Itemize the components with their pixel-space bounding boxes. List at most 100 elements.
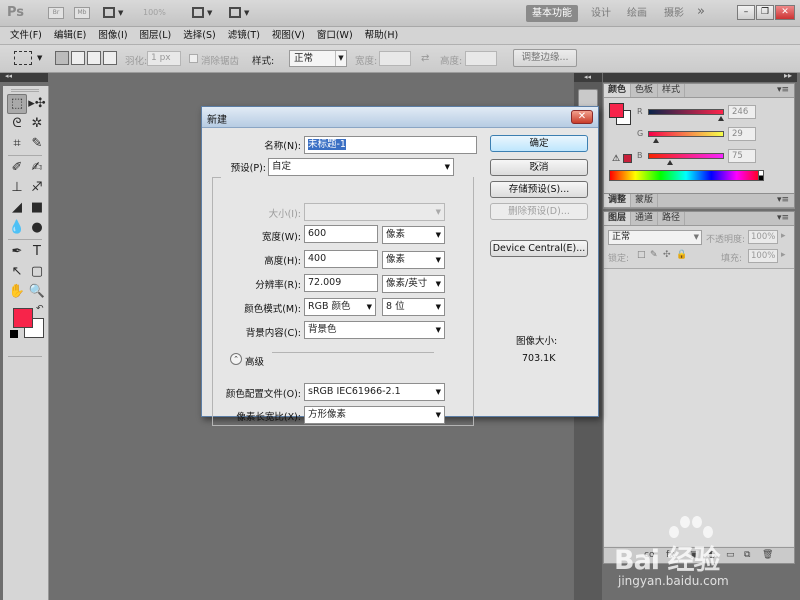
menu-help[interactable]: 帮助(H) <box>359 27 405 44</box>
new-selection-icon[interactable] <box>55 51 69 65</box>
tab-paths[interactable]: 路径 <box>658 212 686 225</box>
path-selection-tool-icon[interactable]: ↖ <box>7 262 27 282</box>
channel-b-knob[interactable] <box>667 160 674 165</box>
out-of-gamut-warning-icon[interactable]: ⚠ <box>612 154 620 164</box>
blur-tool-icon[interactable]: 💧 <box>7 218 27 238</box>
lock-position-icon[interactable]: ✣ <box>663 250 671 260</box>
gamut-correction-swatch[interactable] <box>623 154 632 163</box>
adjustment-layer-icon[interactable]: ◐ <box>708 550 716 560</box>
close-icon[interactable]: ✕ <box>775 5 795 20</box>
tab-layers[interactable]: 图层 <box>604 212 632 225</box>
swap-colors-icon[interactable]: ↶ <box>36 304 44 314</box>
healing-brush-tool-icon[interactable]: ✐ <box>7 158 27 178</box>
color-spectrum-ramp[interactable] <box>609 170 763 181</box>
zoom-tool-icon[interactable]: 🔍 <box>27 282 47 302</box>
rectangular-marquee-tool-icon[interactable]: ⬚ <box>7 94 27 114</box>
view-extras-dropdown[interactable]: ▼ <box>103 6 125 20</box>
tab-channels[interactable]: 通道 <box>631 212 659 225</box>
channel-r-slider[interactable] <box>648 109 724 115</box>
chevron-down-icon[interactable]: ▼ <box>37 54 42 62</box>
history-brush-tool-icon[interactable]: ♐ <box>27 178 47 198</box>
chevron-down-icon[interactable]: ▸ <box>781 231 786 241</box>
screen-mode-dropdown[interactable]: ▼ <box>229 6 251 20</box>
preset-dropdown[interactable]: 自定 ▼ <box>268 158 454 176</box>
layer-style-icon[interactable]: fx. <box>666 550 677 560</box>
panel-menu-icon[interactable]: ▾≡ <box>777 213 789 223</box>
menu-view[interactable]: 视图(V) <box>266 27 311 44</box>
mini-bridge-icon[interactable]: Mb <box>74 7 90 19</box>
gradient-tool-icon[interactable]: ■ <box>27 198 47 218</box>
background-contents-dropdown[interactable]: 背景色 ▼ <box>304 321 445 339</box>
advanced-toggle-icon[interactable]: ⌃ <box>230 353 242 365</box>
zoom-level[interactable]: 100% <box>143 8 166 17</box>
channel-g-value[interactable]: 29 <box>728 127 756 141</box>
subtract-selection-icon[interactable] <box>87 51 101 65</box>
type-tool-icon[interactable]: T <box>27 242 47 262</box>
more-workspaces-icon[interactable]: » <box>697 4 705 19</box>
layers-list[interactable] <box>604 268 794 546</box>
pen-tool-icon[interactable]: ✒ <box>7 242 27 262</box>
menu-edit[interactable]: 编辑(E) <box>48 27 92 44</box>
panel-menu-icon[interactable]: ▾≡ <box>777 85 789 95</box>
channel-b-slider[interactable] <box>648 153 724 159</box>
menu-file[interactable]: 文件(F) <box>4 27 48 44</box>
black-white-swatch[interactable] <box>758 170 764 181</box>
panel-menu-icon[interactable]: ▾≡ <box>777 195 789 205</box>
eyedropper-tool-icon[interactable]: ✎ <box>27 134 47 154</box>
opacity-input[interactable]: 100% <box>748 230 778 244</box>
channel-b-value[interactable]: 75 <box>728 149 756 163</box>
resolution-input[interactable]: 72.009 <box>304 274 378 292</box>
menu-layer[interactable]: 图层(L) <box>134 27 178 44</box>
feather-input[interactable]: 1 px <box>147 51 181 66</box>
ok-button[interactable]: 确定 <box>490 135 588 152</box>
add-mask-icon[interactable]: ▣ <box>690 550 699 560</box>
hand-tool-icon[interactable]: ✋ <box>7 282 27 302</box>
antialias-checkbox[interactable] <box>189 54 198 63</box>
resolution-unit-dropdown[interactable]: 像素/英寸 ▼ <box>382 275 445 293</box>
foreground-color-swatch[interactable] <box>13 308 33 328</box>
workspace-painting[interactable]: 绘画 <box>621 5 653 22</box>
link-layers-icon[interactable]: co <box>644 550 654 560</box>
tab-styles[interactable]: 样式 <box>658 84 686 97</box>
channel-g-knob[interactable] <box>653 138 660 143</box>
blend-mode-dropdown[interactable]: 正常 ▼ <box>608 230 702 245</box>
dialog-titlebar[interactable]: 新建 ✕ <box>202 107 598 128</box>
save-preset-button[interactable]: 存储预设(S)... <box>490 181 588 198</box>
refine-edge-button[interactable]: 调整边缘... <box>513 49 577 67</box>
minimize-icon[interactable]: – <box>737 5 755 20</box>
name-input[interactable]: 未标题-1 <box>304 136 477 154</box>
size-dropdown[interactable]: ▼ <box>304 203 445 221</box>
menu-filter[interactable]: 滤镜(T) <box>222 27 266 44</box>
menu-window[interactable]: 窗口(W) <box>311 27 359 44</box>
width-input[interactable] <box>379 51 411 66</box>
workspace-essentials[interactable]: 基本功能 <box>526 5 578 22</box>
channel-r-knob[interactable] <box>717 116 724 121</box>
dodge-tool-icon[interactable]: ● <box>27 218 47 238</box>
chevron-down-icon[interactable]: ▸ <box>781 250 786 260</box>
lock-image-icon[interactable]: ✎ <box>650 250 658 260</box>
rectangle-shape-tool-icon[interactable]: ▢ <box>27 262 47 282</box>
device-central-button[interactable]: Device Central(E)... <box>490 240 588 257</box>
height-input[interactable] <box>465 51 497 66</box>
intersect-selection-icon[interactable] <box>103 51 117 65</box>
delete-layer-icon[interactable]: 🗑 <box>762 550 773 560</box>
pixel-aspect-dropdown[interactable]: 方形像素 ▼ <box>304 406 445 424</box>
arrange-documents-dropdown[interactable]: ▼ <box>192 6 214 20</box>
crop-tool-icon[interactable]: ⌗ <box>7 134 27 154</box>
channel-r-value[interactable]: 246 <box>728 105 756 119</box>
menu-select[interactable]: 选择(S) <box>177 27 221 44</box>
channel-g-slider[interactable] <box>648 131 724 137</box>
bridge-icon[interactable]: Br <box>48 7 64 19</box>
tab-color[interactable]: 颜色 <box>604 84 632 97</box>
tab-masks[interactable]: 蒙版 <box>631 194 659 207</box>
new-group-icon[interactable]: ▭ <box>726 550 735 560</box>
height-input[interactable]: 400 <box>304 250 378 268</box>
workspace-photography[interactable]: 摄影 <box>658 5 690 22</box>
style-dropdown[interactable]: 正常 ▼ <box>289 50 347 67</box>
width-input[interactable]: 600 <box>304 225 378 243</box>
dock-collapse-icon[interactable]: ◂◂ <box>574 73 602 82</box>
swap-dimensions-icon[interactable]: ⇄ <box>421 53 429 64</box>
collapse-right-icon[interactable]: ▸▸ <box>784 71 792 80</box>
marquee-preset-icon[interactable] <box>14 51 32 65</box>
add-selection-icon[interactable] <box>71 51 85 65</box>
